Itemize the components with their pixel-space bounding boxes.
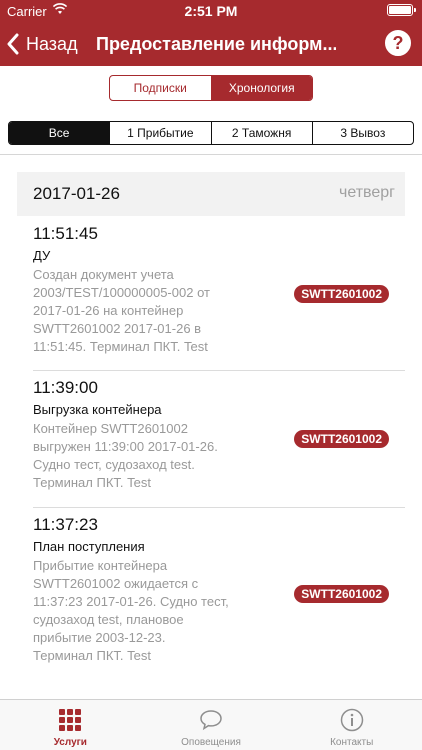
- description-line: выгружен 11:39:00 2017-01-26.: [33, 439, 218, 454]
- description-line: Контейнер SWTT2601002: [33, 421, 188, 436]
- tab-label: Контакты: [330, 737, 374, 748]
- chevron-left-icon: [7, 33, 19, 55]
- description-line: судозаход test, плановое: [33, 612, 184, 627]
- status-bar: Carrier 2:51 PM: [0, 0, 422, 22]
- description-line: 11:51:45. Терминал ПКТ. Test: [33, 339, 208, 354]
- tab-services[interactable]: Услуги: [0, 700, 141, 750]
- entry-time: 11:51:45: [33, 224, 98, 243]
- timeline-entry[interactable]: 11:37:23 План поступления Прибытие конте…: [33, 515, 405, 665]
- nav-header: Carrier 2:51 PM Назад Предоставление инф…: [0, 0, 422, 66]
- description-line: Создан документ учета: [33, 267, 174, 282]
- description-line: 2003/TEST/100000005-002 от: [33, 285, 210, 300]
- back-button[interactable]: Назад: [6, 22, 78, 66]
- filter-export[interactable]: 3 Вывоз: [311, 122, 413, 144]
- grid-icon: [59, 709, 82, 731]
- entry-description: Контейнер SWTT2601002 выгружен 11:39:00 …: [33, 420, 267, 492]
- tab-notifications[interactable]: Оповещения: [141, 700, 282, 750]
- view-segmented-control: Подписки Хронология: [109, 75, 313, 101]
- navigation-bar: Назад Предоставление информ... ?: [0, 22, 422, 66]
- info-icon: [340, 708, 363, 732]
- entry-separator: [33, 370, 405, 371]
- filter-segmented-control: Все 1 Прибытие 2 Таможня 3 Вывоз: [8, 121, 414, 145]
- section-weekday: четверг: [339, 184, 395, 201]
- help-button[interactable]: ?: [385, 30, 411, 56]
- filter-arrival[interactable]: 1 Прибытие: [109, 122, 210, 144]
- description-line: прибытие 2003-12-23.: [33, 630, 166, 645]
- description-line: Терминал ПКТ. Test: [33, 648, 151, 663]
- tab-bar: Услуги Оповещения Контакты: [0, 699, 422, 750]
- back-label: Назад: [26, 33, 78, 54]
- tab-contacts[interactable]: Контакты: [281, 700, 422, 750]
- container-badge[interactable]: SWTT2601002: [294, 585, 389, 603]
- page-title: Предоставление информ...: [96, 34, 336, 54]
- filter-customs[interactable]: 2 Таможня: [210, 122, 312, 144]
- entry-title: ДУ: [33, 248, 51, 263]
- description-line: SWTT2601002 ожидается с: [33, 576, 199, 591]
- description-line: Терминал ПКТ. Test: [33, 475, 151, 490]
- container-badge[interactable]: SWTT2601002: [294, 285, 389, 303]
- date-section-header: 2017-01-26 четверг: [17, 172, 405, 216]
- entry-separator: [33, 507, 405, 508]
- section-date: 2017-01-26: [33, 184, 120, 203]
- entry-description: Прибытие контейнера SWTT2601002 ожидаетс…: [33, 557, 267, 665]
- segment-chronology[interactable]: Хронология: [210, 76, 312, 100]
- chat-bubble-icon: [200, 710, 222, 731]
- description-line: Судно тест, судозаход test.: [33, 457, 195, 472]
- section-divider: [0, 154, 422, 155]
- description-line: SWTT2601002 2017-01-26 в: [33, 321, 202, 336]
- battery-icon: [387, 4, 416, 16]
- status-time: 2:51 PM: [184, 3, 238, 19]
- description-line: 2017-01-26 на контейнер: [33, 303, 184, 318]
- segment-subscriptions[interactable]: Подписки: [110, 76, 211, 100]
- description-line: 11:37:23 2017-01-26. Судно тест,: [33, 594, 229, 609]
- entry-time: 11:37:23: [33, 515, 98, 534]
- description-line: Прибытие контейнера: [33, 558, 168, 573]
- timeline-entry[interactable]: 11:39:00 Выгрузка контейнера Контейнер S…: [33, 378, 405, 492]
- entry-description: Создан документ учета 2003/TEST/10000000…: [33, 266, 267, 356]
- filter-all[interactable]: Все: [9, 122, 110, 144]
- timeline-entry[interactable]: 11:51:45 ДУ Создан документ учета 2003/T…: [33, 224, 405, 356]
- entry-time: 11:39:00: [33, 378, 98, 397]
- entry-title: План поступления: [33, 539, 145, 554]
- container-badge[interactable]: SWTT2601002: [294, 430, 389, 448]
- tab-label: Оповещения: [181, 737, 241, 748]
- entry-title: Выгрузка контейнера: [33, 402, 162, 417]
- tab-label: Услуги: [53, 737, 87, 748]
